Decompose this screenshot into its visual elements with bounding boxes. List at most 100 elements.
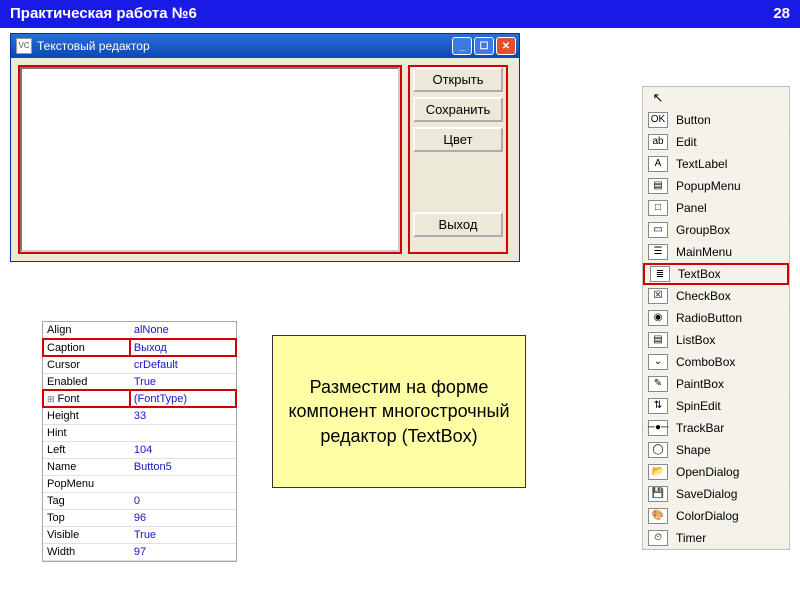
palette-item-button[interactable]: OKButton xyxy=(643,109,789,131)
prop-name: Enabled xyxy=(43,373,130,390)
prop-name: Width xyxy=(43,543,130,560)
prop-name: Font xyxy=(43,390,130,407)
palette-item-combobox[interactable]: ⌄ComboBox xyxy=(643,351,789,373)
prop-row-enabled[interactable]: EnabledTrue xyxy=(43,373,236,390)
prop-row-width[interactable]: Width97 xyxy=(43,543,236,560)
prop-row-hint[interactable]: Hint xyxy=(43,424,236,441)
palette-item-paintbox[interactable]: ✎ PaintBox xyxy=(643,373,789,395)
palette-label: SaveDialog xyxy=(676,487,737,501)
palette-item-trackbar[interactable]: ─●─TrackBar xyxy=(643,417,789,439)
palette-item-savedialog[interactable]: 💾 SaveDialog xyxy=(643,483,789,505)
prop-value[interactable]: 33 xyxy=(130,407,236,424)
groupbox-icon: ▭ xyxy=(648,222,668,238)
prop-value[interactable]: True xyxy=(130,373,236,390)
prop-value[interactable]: (FontType) xyxy=(130,390,236,407)
app-window: VC Текстовый редактор _ ☐ ✕ Открыть Сохр… xyxy=(10,33,520,262)
palette-item-groupbox[interactable]: ▭ GroupBox xyxy=(643,219,789,241)
prop-name: Left xyxy=(43,441,130,458)
maximize-button[interactable]: ☐ xyxy=(474,37,494,55)
palette-label: Panel xyxy=(676,201,707,215)
prop-row-popmenu[interactable]: PopMenu xyxy=(43,475,236,492)
prop-value[interactable]: 97 xyxy=(130,543,236,560)
palette-label: TextLabel xyxy=(676,157,727,171)
textbox-highlight xyxy=(18,65,402,254)
prop-value[interactable]: 104 xyxy=(130,441,236,458)
palette-item-mainmenu[interactable]: ☰MainMenu xyxy=(643,241,789,263)
radiobutton-icon: ◉ xyxy=(648,310,668,326)
palette-item-textbox[interactable]: ≣TextBox xyxy=(643,263,789,285)
main-area: VC Текстовый редактор _ ☐ ✕ Открыть Сохр… xyxy=(0,28,800,267)
palette-item-listbox[interactable]: ▤ListBox xyxy=(643,329,789,351)
shape-icon: ◯ xyxy=(648,442,668,458)
prop-value[interactable]: alNone xyxy=(130,322,236,339)
palette-label: SpinEdit xyxy=(676,399,721,413)
palette-item-textlabel[interactable]: A TextLabel xyxy=(643,153,789,175)
slide-number: 28 xyxy=(773,0,790,28)
prop-name: Top xyxy=(43,509,130,526)
titlebar[interactable]: VC Текстовый редактор _ ☐ ✕ xyxy=(11,34,519,58)
exit-button[interactable]: Выход xyxy=(413,212,503,237)
prop-value[interactable]: Button5 xyxy=(130,458,236,475)
prop-value[interactable] xyxy=(130,424,236,441)
prop-row-cursor[interactable]: CursorcrDefault xyxy=(43,356,236,373)
prop-row-visible[interactable]: VisibleTrue xyxy=(43,526,236,543)
prop-row-left[interactable]: Left104 xyxy=(43,441,236,458)
palette-item-spinedit[interactable]: ⇅SpinEdit xyxy=(643,395,789,417)
palette-item-timer[interactable]: ⏲Timer xyxy=(643,527,789,549)
property-inspector[interactable]: AlignalNoneCaptionВыходCursorcrDefaultEn… xyxy=(42,321,237,562)
palette-label: OpenDialog xyxy=(676,465,739,479)
listbox-icon: ▤ xyxy=(648,332,668,348)
prop-row-caption[interactable]: CaptionВыход xyxy=(43,339,236,356)
textlabel-icon: A xyxy=(648,156,668,172)
app-icon: VC xyxy=(16,38,32,54)
palette-item-shape[interactable]: ◯Shape xyxy=(643,439,789,461)
palette-label: MainMenu xyxy=(676,245,732,259)
prop-row-tag[interactable]: Tag0 xyxy=(43,492,236,509)
prop-value[interactable] xyxy=(130,475,236,492)
paintbox-icon: ✎ xyxy=(648,376,668,392)
palette-label: ColorDialog xyxy=(676,509,739,523)
prop-row-top[interactable]: Top96 xyxy=(43,509,236,526)
client-area: Открыть Сохранить Цвет Выход xyxy=(11,58,519,261)
prop-row-name[interactable]: NameButton5 xyxy=(43,458,236,475)
window-buttons: _ ☐ ✕ xyxy=(452,37,516,55)
prop-name: Tag xyxy=(43,492,130,509)
savedialog-icon: 💾 xyxy=(648,486,668,502)
prop-value[interactable]: Выход xyxy=(130,339,236,356)
prop-row-align[interactable]: AlignalNone xyxy=(43,322,236,339)
prop-value[interactable]: True xyxy=(130,526,236,543)
palette-item-opendialog[interactable]: 📂OpenDialog xyxy=(643,461,789,483)
palette-cursor-item[interactable]: ↖ xyxy=(643,87,789,109)
prop-name: Caption xyxy=(43,339,130,356)
window-title: Текстовый редактор xyxy=(37,39,150,53)
prop-value[interactable]: crDefault xyxy=(130,356,236,373)
prop-name: PopMenu xyxy=(43,475,130,492)
palette-label: Edit xyxy=(676,135,697,149)
component-palette[interactable]: ↖ OKButtonabEdit A TextLabel ▤PopupMenu□Pan… xyxy=(642,86,790,550)
minimize-button[interactable]: _ xyxy=(452,37,472,55)
palette-item-radiobutton[interactable]: ◉RadioButton xyxy=(643,307,789,329)
color-button[interactable]: Цвет xyxy=(413,127,503,152)
prop-row-font[interactable]: Font(FontType) xyxy=(43,390,236,407)
palette-item-popupmenu[interactable]: ▤PopupMenu xyxy=(643,175,789,197)
textbox-component[interactable] xyxy=(20,67,400,252)
palette-item-edit[interactable]: abEdit xyxy=(643,131,789,153)
palette-item-panel[interactable]: □Panel xyxy=(643,197,789,219)
close-button[interactable]: ✕ xyxy=(496,37,516,55)
callout-box: Разместим на форме компонент многострочн… xyxy=(272,335,526,488)
popupmenu-icon: ▤ xyxy=(648,178,668,194)
save-button[interactable]: Сохранить xyxy=(413,97,503,122)
palette-label: PaintBox xyxy=(676,377,724,391)
prop-value[interactable]: 0 xyxy=(130,492,236,509)
slide-title: Практическая работа №6 xyxy=(10,0,197,28)
prop-name: Height xyxy=(43,407,130,424)
palette-label: ComboBox xyxy=(676,355,735,369)
textbox-icon: ≣ xyxy=(650,266,670,282)
palette-label: GroupBox xyxy=(676,223,730,237)
prop-row-height[interactable]: Height33 xyxy=(43,407,236,424)
palette-item-colordialog[interactable]: 🎨ColorDialog xyxy=(643,505,789,527)
prop-value[interactable]: 96 xyxy=(130,509,236,526)
palette-item-checkbox[interactable]: ☒CheckBox xyxy=(643,285,789,307)
open-button[interactable]: Открыть xyxy=(413,67,503,92)
slide-header: Практическая работа №6 28 xyxy=(0,0,800,28)
